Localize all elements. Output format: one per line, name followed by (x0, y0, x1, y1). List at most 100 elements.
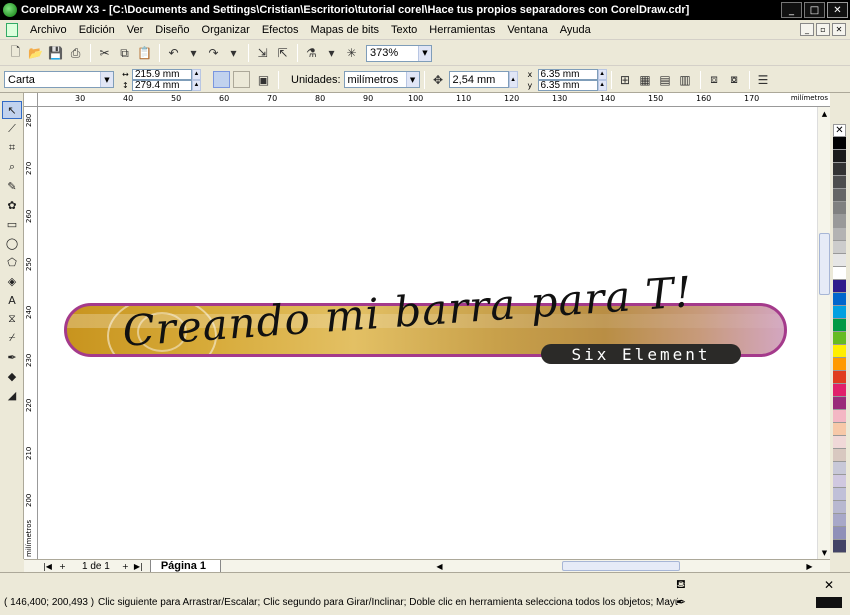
landscape-button[interactable] (233, 71, 250, 88)
height-spinner[interactable]: ▲ (192, 79, 201, 91)
draw-scale-icon[interactable]: ⊞ (616, 70, 635, 89)
last-page-icon[interactable]: ▶| (133, 562, 144, 571)
new-file-icon[interactable]: 🗋 (6, 44, 25, 63)
portrait-button[interactable] (213, 71, 230, 88)
basic-shapes-tool-icon[interactable]: ◈ (2, 272, 22, 290)
launcher-dropdown-icon[interactable]: ▾ (322, 44, 341, 63)
snap-to-grid-icon[interactable]: ▤ (656, 70, 675, 89)
outline-pen-icon[interactable]: ✒ (676, 595, 686, 609)
color-swatch[interactable] (833, 475, 846, 488)
ruler-origin[interactable] (24, 93, 38, 107)
chevron-down-icon[interactable]: ▼ (100, 72, 113, 87)
color-swatch[interactable] (833, 332, 846, 345)
cut-icon[interactable]: ✂ (95, 44, 114, 63)
page-tab[interactable]: Página 1 (149, 559, 222, 573)
save-icon[interactable]: 💾 (46, 44, 65, 63)
menu-diseno[interactable]: Diseño (149, 24, 195, 36)
text-tool-icon[interactable]: A (2, 291, 22, 309)
doc-close-button[interactable]: ✕ (832, 23, 846, 36)
drawing-canvas[interactable]: Creando mi barra para T! Six Element (38, 107, 817, 559)
chevron-down-icon[interactable]: ▼ (418, 45, 431, 61)
color-swatch[interactable] (833, 488, 846, 501)
color-swatch[interactable] (833, 527, 846, 540)
color-swatch[interactable] (833, 202, 846, 215)
freehand-tool-icon[interactable]: ✎ (2, 177, 22, 195)
outline-color-swatch[interactable] (816, 597, 842, 608)
application-launcher-icon[interactable]: ⚗ (302, 44, 321, 63)
color-swatch[interactable] (833, 436, 846, 449)
vertical-scroll-thumb[interactable] (819, 233, 830, 295)
import-icon[interactable]: ⇲ (253, 44, 272, 63)
zoom-level-combo[interactable]: 373% ▼ (366, 44, 432, 62)
zoom-tool-icon[interactable]: ⌕ (2, 158, 22, 176)
scroll-left-icon[interactable]: ◀ (434, 562, 445, 571)
horizontal-ruler[interactable]: 30 40 50 60 70 80 90 100 110 120 130 140… (38, 93, 830, 107)
color-swatch[interactable] (833, 384, 846, 397)
paper-type-combo[interactable]: Carta ▼ (4, 71, 114, 88)
smart-fill-tool-icon[interactable]: ✿ (2, 196, 22, 214)
color-swatch[interactable] (833, 137, 846, 150)
redo-dropdown-icon[interactable]: ▾ (224, 44, 243, 63)
units-combo[interactable]: milímetros ▼ (343, 71, 420, 88)
doc-minimize-button[interactable]: _ (800, 23, 814, 36)
open-file-icon[interactable]: 📂 (26, 44, 45, 63)
nudge-distance-field[interactable]: 2,54 mm (448, 71, 509, 88)
menu-herramientas[interactable]: Herramientas (423, 24, 501, 36)
color-swatch[interactable] (833, 397, 846, 410)
color-swatch[interactable] (833, 293, 846, 306)
menu-mapas-de-bits[interactable]: Mapas de bits (305, 24, 385, 36)
vertical-scrollbar[interactable]: ▲ ▼ (817, 107, 830, 559)
undo-dropdown-icon[interactable]: ▾ (184, 44, 203, 63)
menu-archivo[interactable]: Archivo (24, 24, 73, 36)
add-page-before-icon[interactable]: + (57, 562, 68, 571)
nudge-spinner[interactable]: ▲ (508, 71, 518, 88)
vertical-ruler[interactable]: 280 270 260 250 240 230 220 210 200 milí… (24, 107, 38, 559)
minimize-button[interactable]: _ (781, 2, 802, 18)
color-swatch[interactable] (833, 449, 846, 462)
color-swatch[interactable] (833, 319, 846, 332)
paper-width-field[interactable]: 215.9 mm (132, 68, 192, 80)
corel-online-icon[interactable]: ✳ (342, 44, 361, 63)
chevron-down-icon[interactable]: ▼ (405, 72, 419, 87)
polygon-tool-icon[interactable]: ⬠ (2, 253, 22, 271)
scroll-down-icon[interactable]: ▼ (818, 546, 831, 559)
options-icon[interactable]: ☰ (754, 70, 773, 89)
interactive-blend-tool-icon[interactable]: ⧖ (2, 310, 22, 328)
add-page-after-icon[interactable]: + (120, 562, 131, 571)
menu-ayuda[interactable]: Ayuda (554, 24, 597, 36)
ellipse-tool-icon[interactable]: ◯ (2, 234, 22, 252)
maximize-button[interactable]: □ (804, 2, 825, 18)
no-color-swatch[interactable]: ✕ (833, 124, 846, 137)
banner-subtitle-text[interactable]: Six Element (541, 344, 741, 364)
print-icon[interactable]: ⎙ (66, 44, 85, 63)
color-swatch[interactable] (833, 345, 846, 358)
menu-efectos[interactable]: Efectos (256, 24, 305, 36)
fill-bucket-icon[interactable]: ⛾ (676, 577, 686, 593)
color-swatch[interactable] (833, 241, 846, 254)
document-icon[interactable] (6, 22, 18, 37)
color-swatch[interactable] (833, 410, 846, 423)
color-swatch[interactable] (833, 514, 846, 527)
dynamic-guides-icon[interactable]: ⧇ (725, 70, 744, 89)
page-layout-icon[interactable]: ▣ (254, 70, 273, 89)
close-button[interactable]: ✕ (827, 2, 848, 18)
color-swatch[interactable] (833, 540, 846, 553)
color-swatch[interactable] (833, 189, 846, 202)
color-swatch[interactable] (833, 501, 846, 514)
menu-edicion[interactable]: Edición (73, 24, 121, 36)
treat-as-filled-icon[interactable]: ▦ (636, 70, 655, 89)
fill-tool-icon[interactable]: ◆ (2, 367, 22, 385)
menu-organizar[interactable]: Organizar (196, 24, 256, 36)
color-swatch[interactable] (833, 150, 846, 163)
dup-x-spinner[interactable]: ▲ (597, 68, 607, 80)
undo-icon[interactable]: ↶ (164, 44, 183, 63)
rectangle-tool-icon[interactable]: ▭ (2, 215, 22, 233)
redo-icon[interactable]: ↷ (204, 44, 223, 63)
color-swatch[interactable] (833, 267, 846, 280)
color-swatch[interactable] (833, 228, 846, 241)
color-swatch[interactable] (833, 176, 846, 189)
color-swatch[interactable] (833, 358, 846, 371)
paper-height-field[interactable]: 279.4 mm (132, 79, 192, 91)
horizontal-scroll-thumb[interactable] (562, 561, 680, 571)
shape-tool-icon[interactable]: ⟋ (2, 120, 22, 138)
